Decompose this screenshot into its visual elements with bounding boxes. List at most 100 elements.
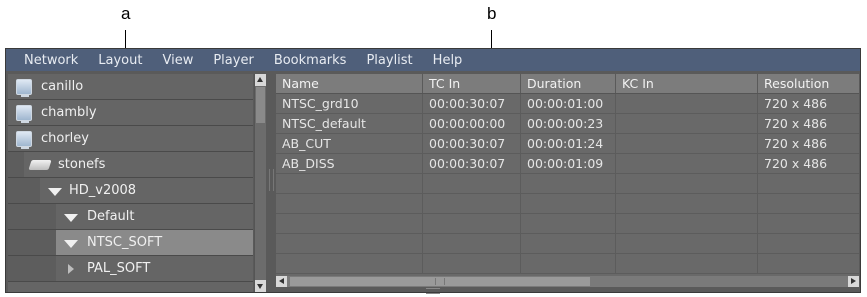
network-tree: canillo chambly chorley stonefs HD_v2008… xyxy=(8,74,253,292)
tree-item-chambly[interactable]: chambly xyxy=(8,100,253,126)
cell-kc-in xyxy=(615,174,757,194)
tree-indent xyxy=(8,152,24,177)
cell-name: AB_DISS xyxy=(282,156,335,171)
menu-layout[interactable]: Layout xyxy=(88,53,152,68)
splitter-grip-icon[interactable] xyxy=(269,169,274,191)
cell-tc-in: 00:00:30:07 xyxy=(422,94,520,114)
cell-duration: 00:00:01:09 xyxy=(520,154,615,174)
triangle-down-icon[interactable] xyxy=(48,188,62,196)
cell-tc-in xyxy=(422,194,520,214)
table-horizontal-scrollbar[interactable] xyxy=(276,276,859,287)
tree-item-stonefs[interactable]: stonefs xyxy=(8,152,253,178)
cell-name xyxy=(276,214,422,234)
tree-item-label: stonefs xyxy=(58,157,106,172)
panel-splitter[interactable] xyxy=(267,74,274,292)
callout-a-label: a xyxy=(121,4,131,23)
monitor-icon xyxy=(16,105,32,123)
monitor-icon xyxy=(16,79,32,97)
menu-view[interactable]: View xyxy=(152,53,203,68)
cell-resolution: 720 x 486 xyxy=(757,134,859,154)
app-window: Network Layout View Player Bookmarks Pla… xyxy=(5,48,861,294)
column-header-tc-in[interactable]: TC In xyxy=(422,74,520,93)
cell-tc-in xyxy=(422,174,520,194)
table-row[interactable] xyxy=(276,234,859,254)
tree-vertical-scrollbar[interactable] xyxy=(254,74,266,292)
cell-kc-in xyxy=(615,214,757,234)
tree-item-canillo[interactable]: canillo xyxy=(8,74,253,100)
menu-network[interactable]: Network xyxy=(6,53,88,68)
cell-kc-in xyxy=(615,154,757,174)
column-header-duration[interactable]: Duration xyxy=(520,74,615,93)
cell-kc-in xyxy=(615,134,757,154)
cell-duration: 00:00:01:00 xyxy=(520,94,615,114)
table-row[interactable]: NTSC_default 00:00:00:00 00:00:00:23 720 x … xyxy=(276,114,859,134)
menu-help[interactable]: Help xyxy=(423,53,473,68)
table-row[interactable]: NTSC_grd10 00:00:30:07 00:00:01:00 720 x 48… xyxy=(276,94,859,114)
table-row[interactable] xyxy=(276,174,859,194)
cell-tc-in: 00:00:00:00 xyxy=(422,114,520,134)
cell-kc-in xyxy=(615,114,757,134)
cell-resolution xyxy=(757,174,859,194)
triangle-right-icon[interactable] xyxy=(68,264,74,274)
menu-player[interactable]: Player xyxy=(203,53,263,68)
clip-table: Name TC In Duration KC In Resolution NTS… xyxy=(276,74,859,276)
tree-item-default[interactable]: Default xyxy=(8,204,253,230)
table-header: Name TC In Duration KC In Resolution xyxy=(276,74,859,94)
tree-item-label: canillo xyxy=(41,79,84,94)
tree-item-label: NTSC_SOFT xyxy=(87,235,163,250)
menu-bar: Network Layout View Player Bookmarks Pla… xyxy=(6,49,860,71)
cell-resolution xyxy=(757,194,859,214)
cell-kc-in xyxy=(615,94,757,114)
cell-tc-in: 00:00:30:07 xyxy=(422,154,520,174)
tree-indent xyxy=(8,256,56,281)
table-row[interactable] xyxy=(276,214,859,234)
cell-resolution: 720 x 486 xyxy=(757,94,859,114)
cell-name xyxy=(276,254,422,274)
cell-tc-in xyxy=(422,214,520,234)
cell-resolution xyxy=(757,214,859,234)
cell-resolution xyxy=(757,254,859,274)
scroll-down-icon[interactable] xyxy=(255,280,266,292)
tree-item-label: HD_v2008 xyxy=(69,183,137,198)
tree-item-label: PAL_SOFT xyxy=(87,261,151,276)
table-row[interactable] xyxy=(276,254,859,274)
callout-b-label: b xyxy=(487,4,497,23)
cell-name xyxy=(276,194,422,214)
monitor-icon xyxy=(16,131,32,149)
triangle-down-icon[interactable] xyxy=(64,214,78,222)
cell-duration xyxy=(520,194,615,214)
tree-indent xyxy=(8,178,40,203)
table-row[interactable] xyxy=(276,194,859,214)
scroll-up-icon[interactable] xyxy=(255,74,266,86)
cell-duration xyxy=(520,214,615,234)
menu-bookmarks[interactable]: Bookmarks xyxy=(264,53,357,68)
table-row[interactable]: AB_CUT 00:00:30:07 00:00:01:24 720 x 486 xyxy=(276,134,859,154)
tree-indent xyxy=(8,230,56,255)
tree-indent xyxy=(8,204,56,229)
menu-playlist[interactable]: Playlist xyxy=(356,53,422,68)
tree-item-chorley[interactable]: chorley xyxy=(8,126,253,152)
column-header-name[interactable]: Name xyxy=(276,74,422,93)
column-header-resolution[interactable]: Resolution xyxy=(757,74,859,93)
tree-item-pal-soft[interactable]: PAL_SOFT xyxy=(8,256,253,282)
cell-kc-in xyxy=(615,254,757,274)
tree-item-hd-v2008[interactable]: HD_v2008 xyxy=(8,178,253,204)
tree-item-ntsc-soft[interactable]: NTSC_SOFT xyxy=(8,230,253,256)
cell-tc-in xyxy=(422,234,520,254)
scroll-right-icon[interactable] xyxy=(848,276,859,287)
cell-kc-in xyxy=(615,234,757,254)
cell-tc-in xyxy=(422,254,520,274)
tree-item-label: Default xyxy=(87,209,135,224)
resize-grip-icon[interactable] xyxy=(426,288,440,294)
scroll-thumb[interactable] xyxy=(256,87,265,123)
scroll-thumb[interactable] xyxy=(290,277,590,286)
tree-item-label: chambly xyxy=(41,105,97,120)
cell-duration xyxy=(520,254,615,274)
cell-name xyxy=(276,174,422,194)
cell-resolution: 720 x 486 xyxy=(757,154,859,174)
triangle-down-icon[interactable] xyxy=(64,240,78,248)
cell-name: AB_CUT xyxy=(282,136,331,151)
table-row[interactable]: AB_DISS 00:00:30:07 00:00:01:09 720 x 486 xyxy=(276,154,859,174)
column-header-kc-in[interactable]: KC In xyxy=(615,74,757,93)
scroll-left-icon[interactable] xyxy=(276,276,287,287)
